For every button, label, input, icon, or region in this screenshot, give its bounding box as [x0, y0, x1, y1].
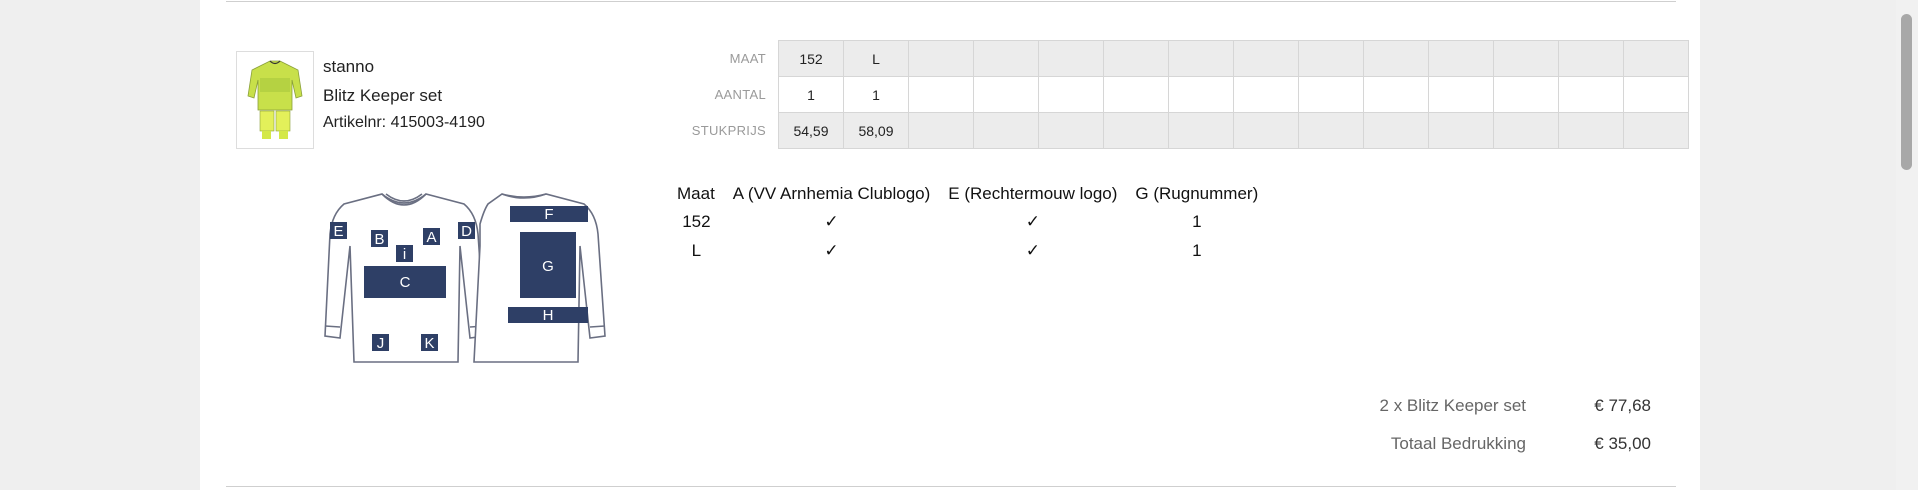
- grid-cell: [1428, 40, 1494, 77]
- grid-row-stukprijs: STUKPRIJS 54,59 58,09: [680, 112, 1689, 149]
- grid-cell: [1493, 112, 1559, 149]
- grid-cell: [908, 112, 974, 149]
- grid-cell: 152: [778, 40, 844, 77]
- grid-cell: [1558, 112, 1624, 149]
- check-icon: ✓: [824, 212, 839, 231]
- grid-cell: [908, 76, 974, 113]
- print-letter-h: H: [543, 307, 554, 324]
- grid-cell: [1623, 40, 1689, 77]
- summary-label-printing: Totaal Bedrukking: [1390, 434, 1526, 453]
- grid-row-label: STUKPRIJS: [691, 123, 766, 138]
- row-number: 1: [1192, 212, 1202, 231]
- grid-cell: 54,59: [778, 112, 844, 149]
- grid-cell: [1493, 76, 1559, 113]
- grid-cell: [1558, 40, 1624, 77]
- print-letter-j: J: [377, 335, 385, 352]
- scrollbar-thumb[interactable]: [1901, 14, 1912, 170]
- print-letter-d: D: [461, 223, 472, 240]
- grid-cell: [1168, 40, 1234, 77]
- grid-row-label: AANTAL: [714, 87, 766, 102]
- check-icon: ✓: [1025, 212, 1040, 231]
- grid-cell: [1103, 112, 1169, 149]
- check-icon: ✓: [1025, 241, 1040, 260]
- grid-cell: [1103, 40, 1169, 77]
- check-icon: ✓: [824, 241, 839, 260]
- grid-cell: [973, 40, 1039, 77]
- print-letter-g: G: [542, 258, 554, 275]
- grid-cell: [1298, 40, 1364, 77]
- print-letter-e: E: [333, 223, 343, 240]
- print-details-table: Maat A (VV Arnhemia Clublogo) E (Rechter…: [669, 180, 1267, 265]
- header-position-g: G (Rugnummer): [1135, 184, 1259, 203]
- article-number: 415003-4190: [390, 114, 485, 131]
- grid-cell: [1233, 40, 1299, 77]
- grid-cell: [973, 112, 1039, 149]
- grid-cell: [908, 40, 974, 77]
- print-table-header: Maat A (VV Arnhemia Clublogo) E (Rechter…: [669, 180, 1267, 207]
- grid-cell: [1233, 112, 1299, 149]
- product-brand: stanno: [323, 57, 375, 76]
- grid-cell: L: [843, 40, 909, 77]
- summary-value-printing: € 35,00: [1594, 434, 1651, 453]
- grid-cell: [1623, 112, 1689, 149]
- grid-row-label: MAAT: [729, 51, 766, 66]
- grid-cell: 58,09: [843, 112, 909, 149]
- grid-cell: [1168, 112, 1234, 149]
- header-position-e: E (Rechtermouw logo): [948, 184, 1118, 203]
- shirt-outline-svg: E B A D i C J K F G H: [324, 193, 606, 363]
- print-letter-a: A: [426, 229, 436, 246]
- print-table-row: 152 ✓ ✓ 1: [669, 207, 1267, 236]
- article-label: Artikelnr:: [323, 114, 387, 131]
- grid-cell: [1623, 76, 1689, 113]
- header-position-a: A (VV Arnhemia Clublogo): [732, 184, 931, 203]
- grid-row-aantal: AANTAL 1 1: [680, 76, 1689, 113]
- size-quantity-grid: MAAT 152 L AANTAL 1 1 STUKPRIJS 54,59 58…: [680, 40, 1689, 149]
- divider-top: [226, 1, 1676, 2]
- grid-cell: [1168, 76, 1234, 113]
- grid-cell: [1038, 112, 1104, 149]
- grid-cell: [1428, 112, 1494, 149]
- grid-cell: [1363, 76, 1429, 113]
- grid-cell: [1558, 76, 1624, 113]
- grid-cell: [1298, 112, 1364, 149]
- row-size: 152: [682, 212, 711, 231]
- vertical-scrollbar[interactable]: [1896, 0, 1918, 490]
- summary-value-products: € 77,68: [1594, 396, 1651, 415]
- print-letter-b: B: [374, 231, 384, 248]
- grid-cell: [1363, 112, 1429, 149]
- header-maat: Maat: [677, 184, 715, 203]
- grid-cell: [1363, 40, 1429, 77]
- print-letter-c: C: [400, 274, 411, 291]
- product-name[interactable]: Blitz Keeper set: [323, 86, 442, 106]
- product-article: Artikelnr: 415003-4190: [323, 114, 485, 132]
- grid-row-maat: MAAT 152 L: [680, 40, 1689, 77]
- print-letter-k: K: [424, 335, 434, 352]
- row-size: L: [691, 241, 702, 260]
- product-thumbnail[interactable]: [236, 51, 314, 149]
- grid-cell: [973, 76, 1039, 113]
- keeper-set-image: [247, 60, 303, 139]
- grid-cell: [1428, 76, 1494, 113]
- grid-cell: [1038, 76, 1104, 113]
- print-letter-f: F: [544, 206, 553, 223]
- print-letter-i: i: [403, 246, 406, 263]
- print-position-diagram: E B A D i C J K F G H: [318, 186, 632, 371]
- print-table-row: L ✓ ✓ 1: [669, 236, 1267, 265]
- grid-cell: [1233, 76, 1299, 113]
- row-number: 1: [1192, 241, 1202, 260]
- grid-cell: [1298, 76, 1364, 113]
- summary-label-products: 2 x Blitz Keeper set: [1379, 396, 1526, 415]
- grid-cell: 1: [778, 76, 844, 113]
- divider-bottom: [226, 486, 1676, 487]
- grid-cell: 1: [843, 76, 909, 113]
- grid-cell: [1493, 40, 1559, 77]
- grid-cell: [1103, 76, 1169, 113]
- grid-cell: [1038, 40, 1104, 77]
